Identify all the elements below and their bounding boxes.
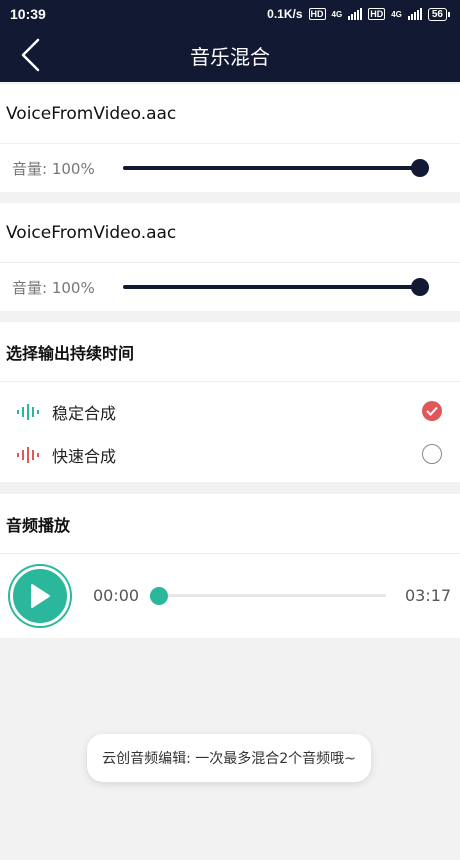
- section-title: 选择输出持续时间: [0, 322, 460, 382]
- unchecked-radio[interactable]: [422, 444, 442, 464]
- battery-icon: 56: [427, 7, 450, 21]
- signal-icon-2: [407, 8, 422, 20]
- status-indicators: 0.1K/s HD 4G HD 4G 56: [267, 7, 450, 21]
- player-row: 00:00 03:17: [0, 554, 460, 636]
- chevron-left-icon: [21, 38, 40, 72]
- nav-bar: 音乐混合: [0, 28, 460, 82]
- page-title: 音乐混合: [190, 44, 270, 69]
- waveform-icon: [17, 403, 39, 420]
- play-button[interactable]: [10, 566, 70, 626]
- signal-icon: [348, 8, 363, 20]
- slider-track: [123, 285, 429, 289]
- slider-thumb[interactable]: [411, 278, 429, 296]
- progress-track: [150, 594, 386, 597]
- section-title: 音频播放: [0, 494, 460, 554]
- volume-label: 音量: 100%: [12, 159, 95, 178]
- playback-progress[interactable]: [150, 587, 386, 605]
- back-button[interactable]: [10, 34, 50, 76]
- option-stable[interactable]: 稳定合成: [0, 390, 460, 433]
- volume-row: 音量: 100%: [0, 144, 460, 192]
- total-time: 03:17: [405, 586, 452, 605]
- volume-label: 音量: 100%: [12, 278, 95, 297]
- slider-thumb[interactable]: [411, 159, 429, 177]
- hd-badge-2: HD: [368, 8, 386, 20]
- play-icon: [31, 584, 50, 608]
- playback-card: 音频播放 00:00 03:17: [0, 494, 460, 638]
- volume-row: 音量: 100%: [0, 263, 460, 311]
- slider-track: [123, 166, 429, 170]
- waveform-icon: [17, 446, 39, 463]
- network-type: 4G: [331, 9, 343, 19]
- track-card-1: VoiceFromVideo.aac 音量: 100%: [0, 84, 460, 192]
- track-name: VoiceFromVideo.aac: [0, 84, 460, 144]
- option-label: 稳定合成: [52, 403, 117, 423]
- battery-level: 56: [427, 7, 447, 21]
- network-speed: 0.1K/s: [267, 7, 303, 21]
- network-type-2: 4G: [391, 9, 402, 19]
- hd-badge: HD: [308, 8, 326, 20]
- volume-slider[interactable]: [123, 276, 429, 298]
- checked-radio[interactable]: [422, 401, 442, 421]
- track-card-2: VoiceFromVideo.aac 音量: 100%: [0, 203, 460, 311]
- status-time: 10:39: [10, 6, 46, 22]
- status-bar: 10:39 0.1K/s HD 4G HD 4G 56: [0, 0, 460, 28]
- duration-card: 选择输出持续时间 稳定合成 快速合成: [0, 322, 460, 482]
- track-name: VoiceFromVideo.aac: [0, 203, 460, 263]
- checkmark-icon: [426, 406, 438, 416]
- option-fast[interactable]: 快速合成: [0, 433, 460, 476]
- progress-thumb[interactable]: [150, 587, 168, 605]
- toast-message: 云创音频编辑: 一次最多混合2个音频哦~: [87, 734, 371, 782]
- volume-slider[interactable]: [123, 157, 429, 179]
- current-time: 00:00: [93, 586, 140, 605]
- option-label: 快速合成: [52, 446, 117, 466]
